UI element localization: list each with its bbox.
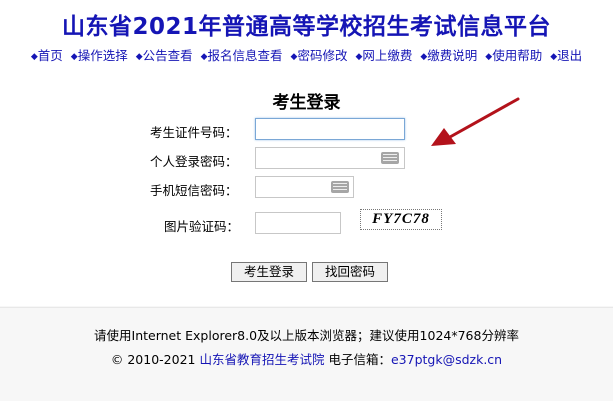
- nav-online-payment[interactable]: ◆网上缴费: [355, 48, 412, 63]
- email-label: 电子信箱：: [328, 352, 391, 367]
- nav-announcements[interactable]: ◆公告查看: [136, 48, 193, 63]
- login-button[interactable]: 考生登录: [231, 262, 307, 282]
- nav-home[interactable]: ◆首页: [31, 48, 63, 63]
- keyboard-icon[interactable]: [331, 181, 349, 193]
- nav-payment-guide[interactable]: ◆缴费说明: [420, 48, 477, 63]
- copyright-text: © 2010-2021: [110, 352, 196, 367]
- sms-password-label: 手机短信密码：: [150, 183, 238, 198]
- site-title: 山东省2021年普通高等学校招生考试信息平台: [61, 14, 551, 40]
- copyright-line: © 2010-2021 山东省教育招生考试院 电子信箱：e37ptgk@sdzk…: [0, 349, 613, 368]
- nav-registration-info[interactable]: ◆报名信息查看: [201, 48, 283, 63]
- nav-help[interactable]: ◆使用帮助: [485, 48, 542, 63]
- bullet-icon: ◆: [70, 52, 78, 62]
- id-number-label: 考生证件号码：: [150, 125, 238, 140]
- captcha-label: 图片验证码：: [164, 219, 240, 234]
- header: 山东省2021年普通高等学校招生考试信息平台 ◆首页 ◆操作选择 ◆公告查看 ◆…: [0, 0, 613, 70]
- browser-notice: 请使用Internet Explorer8.0及以上版本浏览器；建议使用1024…: [94, 328, 519, 343]
- nav-change-password[interactable]: ◆密码修改: [291, 48, 348, 63]
- bullet-icon: ◆: [200, 52, 208, 62]
- bullet-icon: ◆: [30, 52, 38, 62]
- email-link[interactable]: e37ptgk@sdzk.cn: [391, 352, 502, 367]
- sms-password-input[interactable]: [255, 176, 354, 198]
- top-nav: ◆首页 ◆操作选择 ◆公告查看 ◆报名信息查看 ◆密码修改 ◆网上缴费 ◆缴费说…: [0, 45, 613, 64]
- nav-logout[interactable]: ◆退出: [550, 48, 582, 63]
- bullet-icon: ◆: [135, 52, 143, 62]
- keyboard-icon[interactable]: [381, 152, 399, 164]
- password-input[interactable]: [255, 147, 405, 169]
- nav-operations[interactable]: ◆操作选择: [71, 48, 128, 63]
- captcha-image[interactable]: FY7C78: [360, 209, 442, 230]
- recover-password-button[interactable]: 找回密码: [312, 262, 388, 282]
- org-link[interactable]: 山东省教育招生考试院: [199, 352, 324, 367]
- password-label: 个人登录密码：: [150, 154, 238, 169]
- pointer-arrow-icon: [431, 97, 520, 146]
- footer: 请使用Internet Explorer8.0及以上版本浏览器；建议使用1024…: [0, 307, 613, 401]
- id-number-input[interactable]: [255, 118, 405, 140]
- captcha-input[interactable]: [255, 212, 341, 234]
